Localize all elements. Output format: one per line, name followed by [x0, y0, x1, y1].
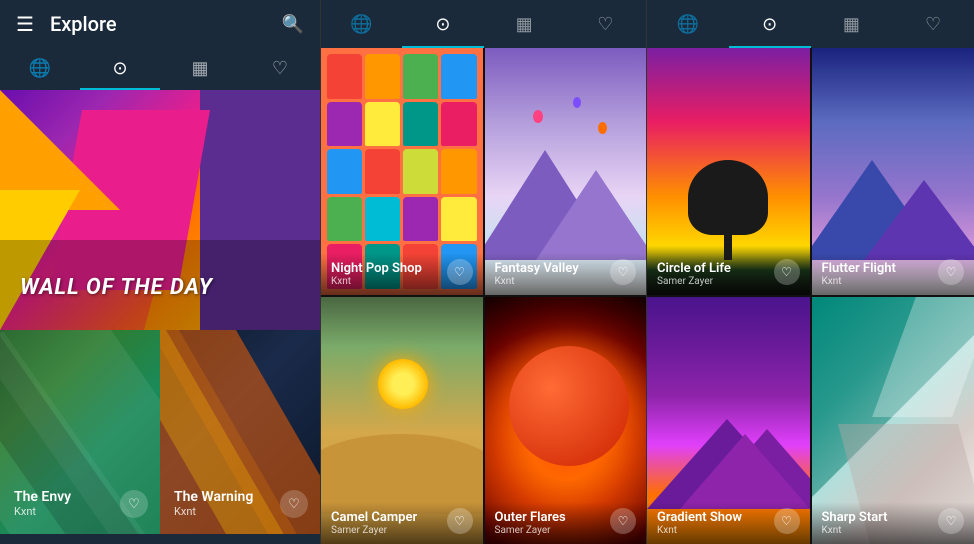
flutter-heart-button[interactable]: ♡ — [938, 259, 964, 285]
card-fantasy-valley[interactable]: Fantasy Valley Kxnt ♡ — [485, 48, 647, 295]
mid-tab-heart[interactable]: ♡ — [565, 0, 646, 48]
fv-mountain-right — [536, 170, 646, 260]
card-gradient-show[interactable]: Gradient Show Kxnt ♡ — [647, 297, 810, 544]
envy-label: The Envy Kxnt — [14, 489, 71, 518]
mid-tab-image[interactable]: ▦ — [484, 0, 565, 48]
sharp-heart-button[interactable]: ♡ — [938, 508, 964, 534]
warning-author: Kxnt — [174, 505, 253, 518]
wotd-label: WALL OF THE DAY — [20, 275, 213, 300]
camel-sun — [378, 359, 428, 409]
card-outer-flares[interactable]: Outer Flares Samer Zayer ♡ — [485, 297, 647, 544]
warning-title: The Warning — [174, 489, 253, 505]
card-the-envy[interactable]: The Envy Kxnt ♡ — [0, 330, 160, 534]
fv-balloon-pink — [533, 110, 543, 123]
card-circle-of-life[interactable]: Circle of Life Samer Zayer ♡ — [647, 48, 810, 295]
fantasy-heart-button[interactable]: ♡ — [610, 259, 636, 285]
tree-silhouette — [688, 160, 768, 260]
envy-author: Kxnt — [14, 505, 71, 518]
left-panel: ☰ Explore 🔍 🌐 ⊙ ▦ ♡ WALL OF THE DAY — [0, 0, 320, 544]
fv-balloon-orange — [598, 122, 607, 134]
grad-mountain3 — [680, 434, 810, 509]
circle-heart-button[interactable]: ♡ — [774, 259, 800, 285]
right-tab-globe[interactable]: 🌐 — [647, 0, 729, 48]
left-tabs: 🌐 ⊙ ▦ ♡ — [0, 48, 320, 90]
camel-heart-button[interactable]: ♡ — [447, 508, 473, 534]
left-header: ☰ Explore 🔍 — [0, 0, 320, 48]
hamburger-icon[interactable]: ☰ — [16, 12, 34, 36]
night-pop-heart-button[interactable]: ♡ — [447, 259, 473, 285]
wotd-banner[interactable]: WALL OF THE DAY — [0, 90, 320, 330]
left-tab-compass[interactable]: ⊙ — [80, 48, 160, 88]
card-camel-camper[interactable]: Camel Camper Samer Zayer ♡ — [321, 297, 483, 544]
gradient-heart-button[interactable]: ♡ — [774, 508, 800, 534]
left-tab-heart[interactable]: ♡ — [240, 48, 320, 88]
card-sharp-start[interactable]: Sharp Start Kxnt ♡ — [812, 297, 974, 544]
mid-tab-globe[interactable]: 🌐 — [321, 0, 402, 48]
warning-heart-button[interactable]: ♡ — [280, 490, 308, 518]
app-container: ☰ Explore 🔍 🌐 ⊙ ▦ ♡ WALL OF THE DAY — [0, 0, 974, 544]
middle-grid: Night Pop Shop Kxnt ♡ Fantasy Valley Kxn… — [321, 48, 646, 544]
tree-top — [688, 160, 768, 235]
middle-panel: 🌐 ⊙ ▦ ♡ Night Pop Shop Kxnt ♡ — [320, 0, 647, 544]
right-panel: 🌐 ⊙ ▦ ♡ Circle of Life Samer Zayer ♡ — [647, 0, 974, 544]
warning-label: The Warning Kxnt — [174, 489, 253, 518]
card-night-pop-shop[interactable]: Night Pop Shop Kxnt ♡ — [321, 48, 483, 295]
left-bottom-cards: The Envy Kxnt ♡ The Warning Kxnt — [0, 330, 320, 534]
left-tab-globe[interactable]: 🌐 — [0, 48, 80, 88]
envy-title: The Envy — [14, 489, 71, 505]
outer-heart-button[interactable]: ♡ — [610, 508, 636, 534]
right-tab-image[interactable]: ▦ — [811, 0, 893, 48]
outer-planet — [509, 346, 629, 466]
right-header: 🌐 ⊙ ▦ ♡ — [647, 0, 974, 48]
card-the-warning[interactable]: The Warning Kxnt ♡ — [160, 330, 320, 534]
envy-heart-button[interactable]: ♡ — [120, 490, 148, 518]
fv-balloon-purple — [573, 97, 581, 108]
mid-tab-compass[interactable]: ⊙ — [402, 0, 483, 48]
card-flutter-flight[interactable]: Flutter Flight Kxnt ♡ — [812, 48, 974, 295]
right-tab-heart[interactable]: ♡ — [892, 0, 974, 48]
left-content: WALL OF THE DAY The Envy Kxnt ♡ — [0, 90, 320, 544]
flutter-mountain-right — [864, 180, 974, 260]
left-tab-image[interactable]: ▦ — [160, 48, 240, 88]
app-title: Explore — [50, 12, 282, 36]
right-grid: Circle of Life Samer Zayer ♡ Flutter Fli… — [647, 48, 974, 544]
middle-header: 🌐 ⊙ ▦ ♡ — [321, 0, 646, 48]
right-tab-compass[interactable]: ⊙ — [729, 0, 811, 48]
search-icon[interactable]: 🔍 — [282, 14, 304, 35]
